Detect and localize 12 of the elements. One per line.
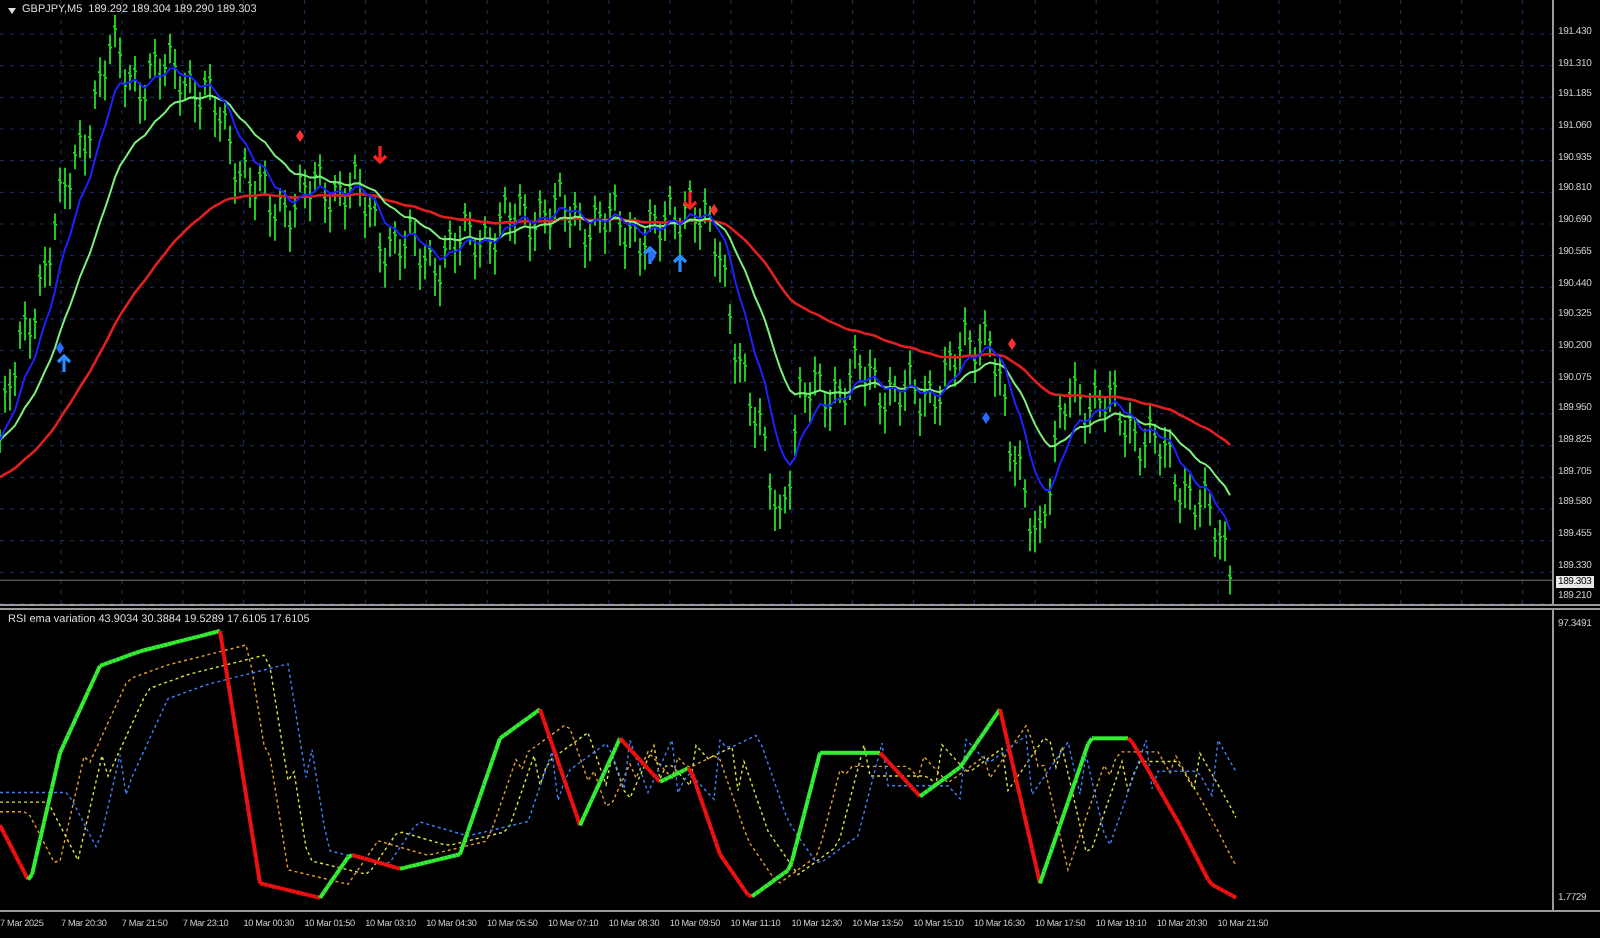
up-arrow-icon [642,245,658,266]
diamond-icon [648,250,656,262]
up-arrow-icon [56,353,72,374]
up-arrow-icon [672,253,688,274]
down-arrow-icon [682,190,698,211]
dropdown-triangle-icon[interactable] [8,7,16,13]
diamond-icon [982,412,990,424]
diamond-icon [296,130,304,142]
diamond-icon [710,204,718,216]
down-arrow-icon [372,144,388,165]
diamond-icon [56,342,64,354]
diamond-icon [1008,338,1016,350]
